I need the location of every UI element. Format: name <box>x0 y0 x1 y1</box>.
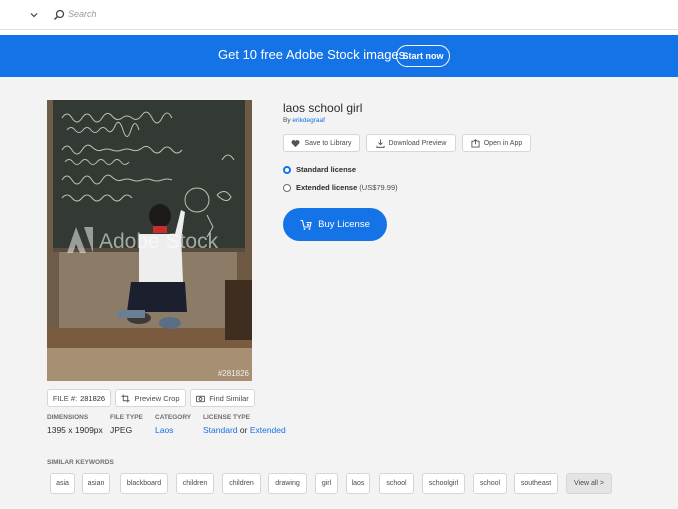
by-label: By <box>283 117 291 124</box>
keyword-chip[interactable]: school <box>473 473 507 494</box>
dimensions-label: DIMENSIONS <box>47 414 89 421</box>
open-in-app-icon <box>471 138 480 148</box>
find-similar-button[interactable]: Find Similar <box>190 389 255 407</box>
buy-license-label: Buy License <box>318 219 370 230</box>
keyword-chip[interactable]: schoolgirl <box>422 473 465 494</box>
preview-crop-label: Preview Crop <box>134 393 180 403</box>
standard-license-label: Standard license <box>296 165 357 174</box>
standard-license-option[interactable]: Standard license <box>283 165 356 174</box>
keyword-chip[interactable]: children <box>222 473 261 494</box>
keyword-chip[interactable]: asian <box>82 473 110 494</box>
chevron-down-icon[interactable] <box>28 9 40 21</box>
heart-icon <box>291 139 300 147</box>
asset-title: laos school girl <box>283 101 363 115</box>
stock-image-preview[interactable]: Adobe Stock #281826 <box>47 100 252 381</box>
keyword-chip[interactable]: southeast <box>514 473 558 494</box>
file-number: FILE #: 281826 <box>47 389 111 407</box>
cart-plus-icon <box>300 219 312 230</box>
extended-license-price: (US$79.99) <box>359 183 398 192</box>
promo-banner: Get 10 free Adobe Stock images. Start no… <box>0 35 678 77</box>
camera-icon <box>196 395 206 402</box>
keyword-chip[interactable]: asia <box>50 473 75 494</box>
file-number-label: FILE #: <box>52 393 78 403</box>
category-label: CATEGORY <box>155 414 192 421</box>
keyword-chip[interactable]: children <box>176 473 214 494</box>
open-in-app-label: Open in App <box>483 139 523 147</box>
view-all-keywords-button[interactable]: View all > <box>566 473 612 494</box>
extended-license-radio[interactable] <box>283 183 291 192</box>
crop-icon <box>121 393 131 403</box>
keyword-chip[interactable]: drawing <box>268 473 307 494</box>
author-link[interactable]: erikdegraaf <box>292 117 325 124</box>
license-type-value: Standard or Extended <box>203 425 286 435</box>
asset-byline: By erikdegraaf <box>283 117 325 124</box>
adobe-logo-watermark <box>67 227 93 253</box>
file-number-value: 281826 <box>80 393 106 403</box>
download-preview-button[interactable]: Download Preview <box>366 134 456 152</box>
image-id-overlay: #281826 <box>217 369 249 378</box>
keyword-chip[interactable]: girl <box>315 473 338 494</box>
search-icon[interactable] <box>53 9 65 21</box>
search-bar: Search <box>0 0 678 30</box>
save-to-library-label: Save to Library <box>304 139 352 147</box>
file-type-value: JPEG <box>110 425 133 435</box>
promo-text: Get 10 free Adobe Stock images. <box>218 47 409 62</box>
keyword-chip[interactable]: laos <box>346 473 370 494</box>
dimensions-value: 1395 x 1909px <box>47 425 103 435</box>
license-standard-link[interactable]: Standard <box>203 425 238 435</box>
keyword-chip[interactable]: school <box>379 473 414 494</box>
standard-license-radio[interactable] <box>283 165 291 174</box>
download-preview-label: Download Preview <box>388 139 447 147</box>
file-type-label: FILE TYPE <box>110 414 143 421</box>
license-type-label: LICENSE TYPE <box>203 414 250 421</box>
preview-crop-button[interactable]: Preview Crop <box>115 389 186 407</box>
category-link[interactable]: Laos <box>155 425 173 435</box>
save-to-library-button[interactable]: Save to Library <box>283 134 360 152</box>
license-extended-link[interactable]: Extended <box>250 425 286 435</box>
extended-license-option[interactable]: Extended license (US$79.99) <box>283 183 398 192</box>
extended-license-label: Extended license <box>296 183 358 192</box>
find-similar-label: Find Similar <box>209 393 249 403</box>
similar-keywords-title: SIMILAR KEYWORDS <box>47 459 114 466</box>
license-or-text: or <box>239 425 248 435</box>
open-in-app-button[interactable]: Open in App <box>462 134 531 152</box>
adobe-stock-watermark: Adobe Stock <box>99 230 219 253</box>
buy-license-button[interactable]: Buy License <box>283 208 387 241</box>
keyword-chip[interactable]: blackboard <box>120 473 168 494</box>
search-input[interactable]: Search <box>68 9 97 19</box>
download-icon <box>375 138 385 148</box>
start-now-button[interactable]: Start now <box>396 45 450 67</box>
